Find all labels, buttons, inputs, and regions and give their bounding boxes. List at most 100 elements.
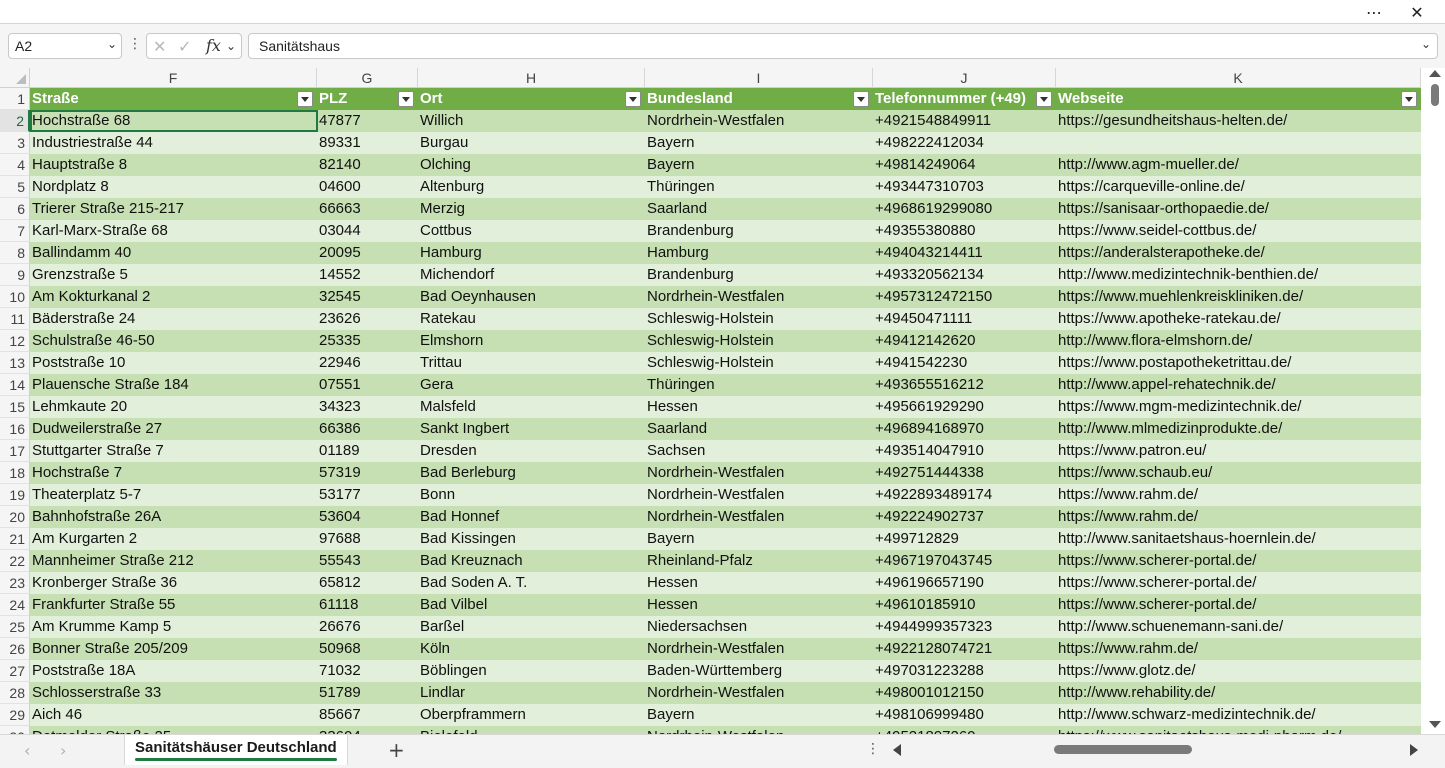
table-cell[interactable]: Kronberger Straße 36 xyxy=(30,572,317,594)
row-header[interactable]: 19 xyxy=(0,484,30,506)
table-cell[interactable]: +49521897260 xyxy=(873,726,1056,734)
row-header[interactable]: 17 xyxy=(0,440,30,462)
table-cell[interactable]: 97688 xyxy=(317,528,418,550)
table-cell[interactable]: 50968 xyxy=(317,638,418,660)
table-cell[interactable]: https://sanisaar-orthopaedie.de/ xyxy=(1056,198,1421,220)
column-header[interactable]: G xyxy=(317,68,418,88)
row-header[interactable]: 15 xyxy=(0,396,30,418)
table-cell[interactable]: +498222412034 xyxy=(873,132,1056,154)
table-cell[interactable]: Mannheimer Straße 212 xyxy=(30,550,317,572)
row-header[interactable]: 30 xyxy=(0,726,30,734)
table-cell[interactable]: Aich 46 xyxy=(30,704,317,726)
filter-dropdown-icon[interactable] xyxy=(625,91,641,107)
more-options-icon[interactable]: ⋯ xyxy=(1354,0,1394,24)
column-header[interactable]: H xyxy=(418,68,645,88)
table-cell[interactable]: 66386 xyxy=(317,418,418,440)
table-cell[interactable]: Nordrhein-Westfalen xyxy=(645,726,873,734)
row-header[interactable]: 27 xyxy=(0,660,30,682)
table-cell[interactable]: 57319 xyxy=(317,462,418,484)
table-header-cell[interactable]: Ort xyxy=(418,88,645,110)
row-header[interactable]: 29 xyxy=(0,704,30,726)
table-cell[interactable]: Oberpframmern xyxy=(418,704,645,726)
table-cell[interactable]: +499712829 xyxy=(873,528,1056,550)
table-cell[interactable]: Olching xyxy=(418,154,645,176)
table-cell[interactable]: +49610185910 xyxy=(873,594,1056,616)
table-cell[interactable]: https://www.scherer-portal.de/ xyxy=(1056,550,1421,572)
scroll-down-icon[interactable] xyxy=(1429,721,1441,728)
table-cell[interactable]: https://www.patron.eu/ xyxy=(1056,440,1421,462)
table-cell[interactable]: http://www.schuenemann-sani.de/ xyxy=(1056,616,1421,638)
chevron-down-icon[interactable]: ⌄ xyxy=(107,37,117,51)
add-sheet-button[interactable]: + xyxy=(388,738,405,762)
filter-dropdown-icon[interactable] xyxy=(1036,91,1052,107)
table-cell[interactable]: Köln xyxy=(418,638,645,660)
table-cell[interactable]: Bad Soden A. T. xyxy=(418,572,645,594)
table-cell[interactable]: Ballindamm 40 xyxy=(30,242,317,264)
table-cell[interactable]: http://www.mlmedizinprodukte.de/ xyxy=(1056,418,1421,440)
row-header[interactable]: 2 xyxy=(0,110,30,132)
close-icon[interactable]: ✕ xyxy=(1397,0,1437,24)
table-cell[interactable]: Bonn xyxy=(418,484,645,506)
table-cell[interactable]: Am Krumme Kamp 5 xyxy=(30,616,317,638)
filter-dropdown-icon[interactable] xyxy=(853,91,869,107)
table-cell[interactable]: Hessen xyxy=(645,594,873,616)
table-cell[interactable]: 26676 xyxy=(317,616,418,638)
table-cell[interactable]: http://www.medizintechnik-benthien.de/ xyxy=(1056,264,1421,286)
table-cell[interactable]: +492751444338 xyxy=(873,462,1056,484)
table-header-cell[interactable]: Webseite xyxy=(1056,88,1421,110)
table-cell[interactable]: +492224902737 xyxy=(873,506,1056,528)
row-header[interactable]: 6 xyxy=(0,198,30,220)
row-header[interactable]: 12 xyxy=(0,330,30,352)
table-cell[interactable]: Merzig xyxy=(418,198,645,220)
table-header-cell[interactable]: Straße xyxy=(30,88,317,110)
table-cell[interactable]: https://www.scherer-portal.de/ xyxy=(1056,572,1421,594)
table-cell[interactable]: 61118 xyxy=(317,594,418,616)
table-cell[interactable]: Lehmkaute 20 xyxy=(30,396,317,418)
table-cell[interactable]: Theaterplatz 5-7 xyxy=(30,484,317,506)
table-cell[interactable]: 53604 xyxy=(317,506,418,528)
table-cell[interactable]: Trittau xyxy=(418,352,645,374)
row-header[interactable]: 23 xyxy=(0,572,30,594)
table-cell[interactable]: Schlosserstraße 33 xyxy=(30,682,317,704)
table-cell[interactable]: Saarland xyxy=(645,198,873,220)
table-cell[interactable]: Bad Honnef xyxy=(418,506,645,528)
row-header[interactable]: 25 xyxy=(0,616,30,638)
table-cell[interactable]: +494043214411 xyxy=(873,242,1056,264)
table-cell[interactable]: Frankfurter Straße 55 xyxy=(30,594,317,616)
table-cell[interactable]: Schleswig-Holstein xyxy=(645,308,873,330)
table-cell[interactable]: Hessen xyxy=(645,572,873,594)
table-cell[interactable]: Grenzstraße 5 xyxy=(30,264,317,286)
table-cell[interactable]: Böblingen xyxy=(418,660,645,682)
table-cell[interactable]: Poststraße 18A xyxy=(30,660,317,682)
table-cell[interactable]: Nordplatz 8 xyxy=(30,176,317,198)
row-header[interactable]: 11 xyxy=(0,308,30,330)
row-header[interactable]: 13 xyxy=(0,352,30,374)
table-cell[interactable]: 66663 xyxy=(317,198,418,220)
table-cell[interactable]: Schulstraße 46-50 xyxy=(30,330,317,352)
table-cell[interactable]: https://www.apotheke-ratekau.de/ xyxy=(1056,308,1421,330)
vertical-scrollbar[interactable] xyxy=(1425,68,1445,734)
table-cell[interactable]: +49412142620 xyxy=(873,330,1056,352)
table-cell[interactable]: Karl-Marx-Straße 68 xyxy=(30,220,317,242)
table-cell[interactable]: https://www.schaub.eu/ xyxy=(1056,462,1421,484)
table-cell[interactable]: 34323 xyxy=(317,396,418,418)
table-cell[interactable]: Sankt Ingbert xyxy=(418,418,645,440)
table-cell[interactable]: Nordrhein-Westfalen xyxy=(645,506,873,528)
table-cell[interactable]: Hamburg xyxy=(645,242,873,264)
table-cell[interactable]: Barßel xyxy=(418,616,645,638)
row-header[interactable]: 4 xyxy=(0,154,30,176)
table-cell[interactable]: Bonner Straße 205/209 xyxy=(30,638,317,660)
table-header-cell[interactable]: Telefonnummer (+49) xyxy=(873,88,1056,110)
table-cell[interactable]: Baden-Württemberg xyxy=(645,660,873,682)
table-cell[interactable]: 71032 xyxy=(317,660,418,682)
table-cell[interactable]: Nordrhein-Westfalen xyxy=(645,484,873,506)
insert-function-icon[interactable]: fx xyxy=(206,36,221,55)
table-cell[interactable]: 03044 xyxy=(317,220,418,242)
table-cell[interactable]: +493655516212 xyxy=(873,374,1056,396)
table-cell[interactable]: Michendorf xyxy=(418,264,645,286)
table-cell[interactable]: 20095 xyxy=(317,242,418,264)
row-header[interactable]: 18 xyxy=(0,462,30,484)
table-cell[interactable]: +4922128074721 xyxy=(873,638,1056,660)
table-cell[interactable]: Schleswig-Holstein xyxy=(645,330,873,352)
column-header[interactable]: I xyxy=(645,68,873,88)
